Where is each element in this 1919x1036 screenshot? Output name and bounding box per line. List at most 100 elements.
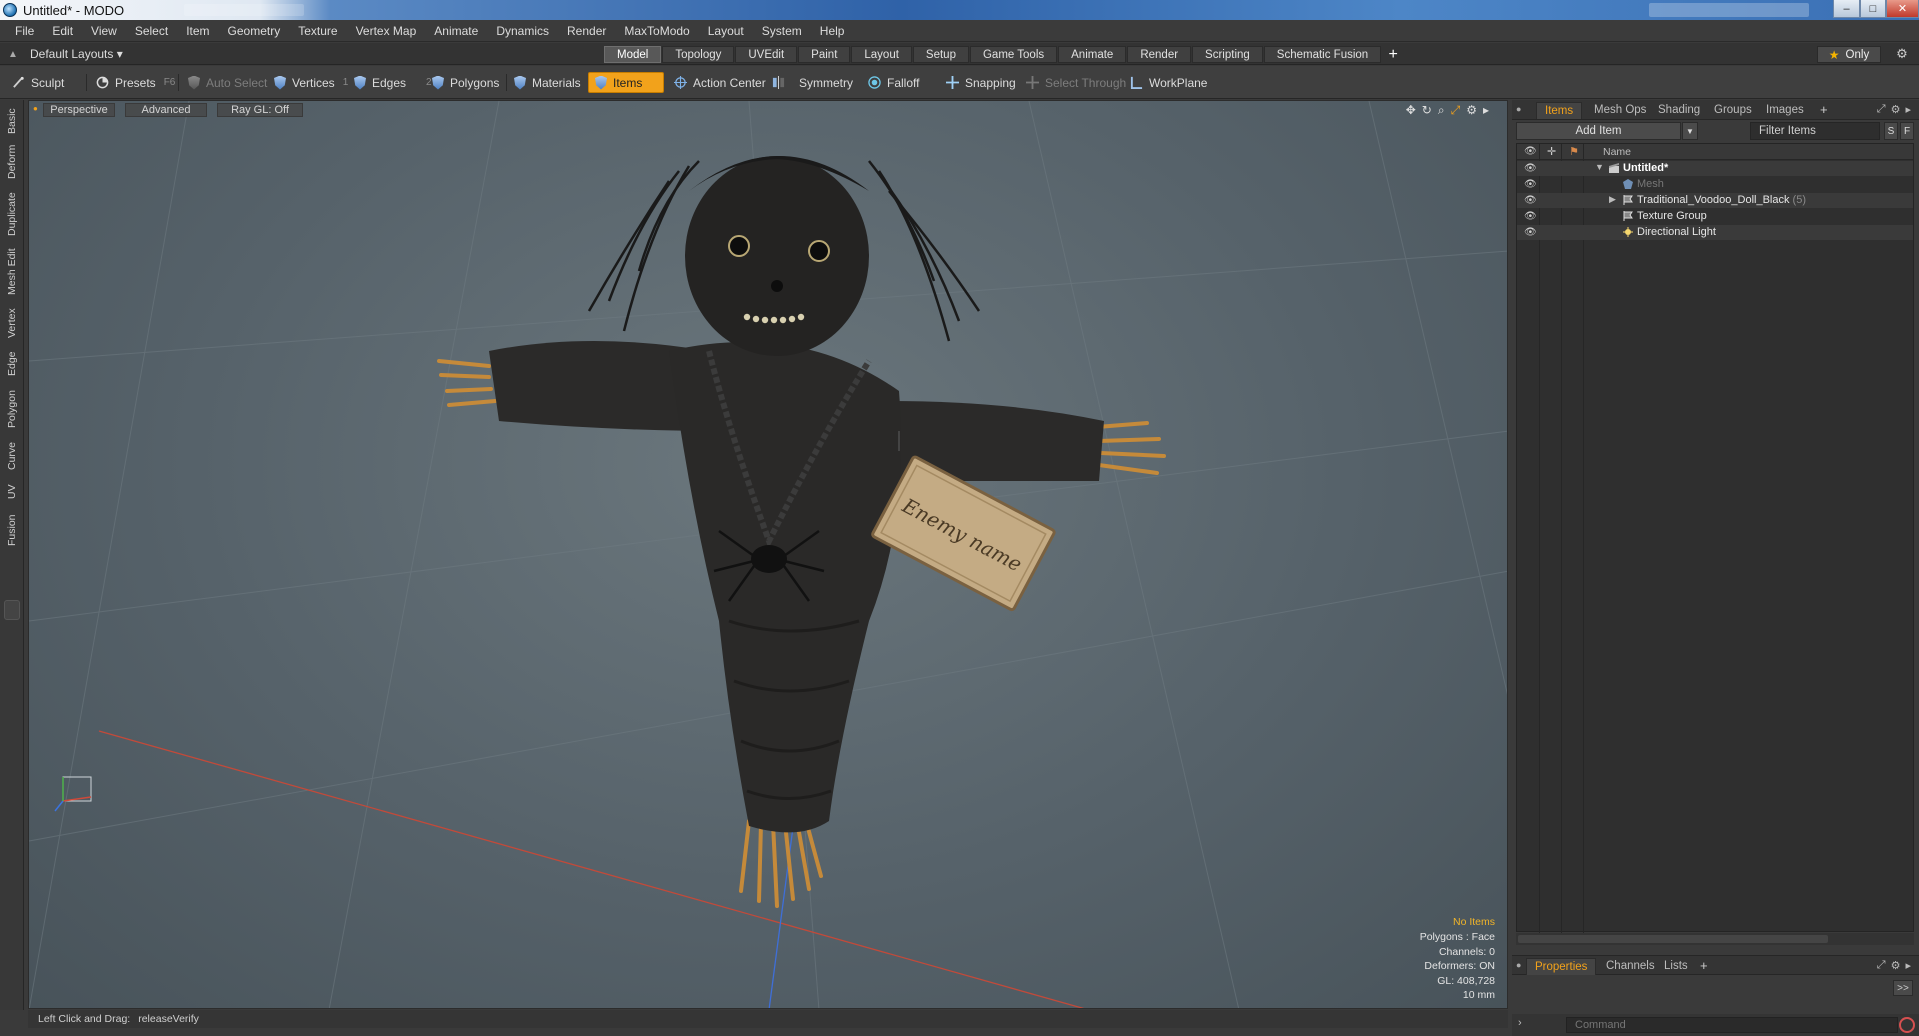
gear-icon[interactable]: ⚙ <box>1893 46 1911 63</box>
vertices-button[interactable]: Vertices 1 <box>268 72 354 93</box>
add-panel-tab-plus-icon[interactable]: + <box>1820 102 1828 117</box>
eye-icon[interactable]: 👁 <box>1524 211 1537 222</box>
f-filter-button[interactable]: F <box>1900 122 1914 140</box>
tab-mesh-ops[interactable]: Mesh Ops <box>1586 102 1654 119</box>
items-button[interactable]: Items <box>588 72 664 93</box>
tab-setup[interactable]: Setup <box>912 46 969 63</box>
menu-system[interactable]: System <box>753 24 811 38</box>
tree-row[interactable]: 👁 Mesh <box>1517 177 1913 192</box>
lock-column-icon[interactable]: ✛ <box>1547 145 1556 158</box>
add-item-button[interactable]: Add Item <box>1516 122 1681 140</box>
select-through-button[interactable]: Select Through <box>1020 72 1132 93</box>
rotate-icon[interactable]: ↻ <box>1422 103 1432 118</box>
properties-menu-arrow-icon[interactable]: ▸ <box>1905 959 1911 972</box>
vtab-duplicate[interactable]: Duplicate <box>2 188 22 240</box>
add-properties-tab-plus-icon[interactable]: + <box>1700 958 1708 973</box>
add-tab-plus-icon[interactable]: + <box>1382 46 1404 63</box>
tab-render[interactable]: Render <box>1127 46 1192 63</box>
view-type-button[interactable]: Perspective <box>43 103 115 117</box>
tab-groups[interactable]: Groups <box>1706 102 1760 119</box>
maximize-viewport-icon[interactable]: ⤢ <box>1451 103 1461 118</box>
layout-selector[interactable]: ▲ Default Layouts ▾ <box>6 46 123 62</box>
expander-icon[interactable]: ▶ <box>1609 194 1616 205</box>
tab-schematic-fusion[interactable]: Schematic Fusion <box>1263 46 1382 63</box>
vtab-deform[interactable]: Deform <box>2 142 22 182</box>
tab-game-tools[interactable]: Game Tools <box>969 46 1058 63</box>
menu-maxtomodo[interactable]: MaxToModo <box>615 24 698 38</box>
falloff-button[interactable]: Falloff <box>862 72 925 93</box>
close-button[interactable]: ✕ <box>1886 0 1919 18</box>
tree-row[interactable]: 👁 ▼ Untitled* <box>1517 161 1913 176</box>
tree-row[interactable]: 👁 Texture Group <box>1517 209 1913 224</box>
menu-view[interactable]: View <box>82 24 126 38</box>
pan-icon[interactable]: ✥ <box>1406 103 1416 118</box>
tab-topology[interactable]: Topology <box>662 46 735 63</box>
vtab-edge[interactable]: Edge <box>2 348 22 380</box>
tab-lists[interactable]: Lists <box>1656 958 1696 975</box>
menu-geometry[interactable]: Geometry <box>219 24 290 38</box>
eye-icon[interactable]: 👁 <box>1524 227 1537 238</box>
s-filter-button[interactable]: S <box>1884 122 1898 140</box>
visibility-column-eye-icon[interactable]: 👁 <box>1524 146 1537 157</box>
collapse-up-icon[interactable]: ▲ <box>6 49 20 60</box>
tab-items[interactable]: Items <box>1536 102 1583 119</box>
materials-button[interactable]: Materials <box>508 72 587 93</box>
filter-items-input[interactable]: Filter Items <box>1750 122 1880 140</box>
panel-menu-arrow-icon[interactable]: ▸ <box>1905 103 1911 116</box>
viewport-menu-arrow-icon[interactable]: ▸ <box>1483 103 1489 118</box>
zoom-icon[interactable]: ⌕ <box>1438 103 1445 118</box>
properties-gear-icon[interactable]: ⚙ <box>1891 959 1901 972</box>
menu-help[interactable]: Help <box>811 24 854 38</box>
tree-row[interactable]: 👁 Directional Light <box>1517 225 1913 240</box>
menu-render[interactable]: Render <box>558 24 615 38</box>
minimize-button[interactable]: – <box>1833 0 1860 18</box>
tab-properties[interactable]: Properties <box>1526 958 1597 975</box>
advanced-shading-button[interactable]: Advanced <box>125 103 207 117</box>
only-toggle-button[interactable]: ★ Only <box>1817 46 1881 63</box>
snapping-button[interactable]: Snapping <box>940 72 1022 93</box>
tab-shading[interactable]: Shading <box>1650 102 1708 119</box>
menu-file[interactable]: File <box>6 24 43 38</box>
add-item-dropdown-arrow-icon[interactable]: ▼ <box>1682 122 1698 140</box>
left-panel-toggle-button[interactable] <box>4 600 20 620</box>
tab-layout[interactable]: Layout <box>851 46 912 63</box>
more-properties-button[interactable]: >> <box>1893 980 1913 996</box>
edges-button[interactable]: Edges 2 <box>348 72 438 93</box>
workplane-button[interactable]: WorkPlane <box>1124 72 1213 93</box>
vtab-mesh-edit[interactable]: Mesh Edit <box>2 246 22 298</box>
name-column-header[interactable]: Name <box>1603 146 1631 158</box>
properties-dot-icon[interactable]: ● <box>1516 960 1521 970</box>
eye-icon[interactable]: 👁 <box>1524 179 1537 190</box>
scrollbar-thumb[interactable] <box>1518 935 1828 943</box>
menu-texture[interactable]: Texture <box>289 24 346 38</box>
tree-horizontal-scrollbar[interactable] <box>1516 933 1914 945</box>
expander-icon[interactable]: ▼ <box>1595 162 1604 172</box>
3d-viewport[interactable]: Enemy name ● Perspective Advanced Ray GL… <box>28 100 1508 1009</box>
menu-item[interactable]: Item <box>177 24 218 38</box>
tab-uvedit[interactable]: UVEdit <box>735 46 798 63</box>
ref-column-icon[interactable]: ⚑ <box>1569 145 1579 158</box>
vtab-vertex[interactable]: Vertex <box>2 304 22 342</box>
menu-vertex-map[interactable]: Vertex Map <box>347 24 426 38</box>
sculpt-button[interactable]: Sculpt <box>6 72 70 93</box>
tab-model[interactable]: Model <box>604 46 662 63</box>
maximize-button[interactable]: □ <box>1860 0 1886 18</box>
eye-icon[interactable]: 👁 <box>1524 163 1537 174</box>
vtab-uv[interactable]: UV <box>2 480 22 504</box>
panel-dot-icon[interactable]: ● <box>1516 104 1521 114</box>
tab-channels[interactable]: Channels <box>1598 958 1663 975</box>
menu-layout[interactable]: Layout <box>699 24 753 38</box>
command-stop-icon[interactable] <box>1899 1017 1915 1033</box>
menu-select[interactable]: Select <box>126 24 177 38</box>
expand-properties-icon[interactable]: ⤢ <box>1877 959 1886 972</box>
menu-dynamics[interactable]: Dynamics <box>487 24 558 38</box>
symmetry-button[interactable]: Symmetry <box>766 72 859 93</box>
action-center-button[interactable]: Action Center <box>668 72 772 93</box>
polygons-button[interactable]: Polygons <box>426 72 505 93</box>
vtab-polygon[interactable]: Polygon <box>2 386 22 432</box>
tab-animate[interactable]: Animate <box>1058 46 1127 63</box>
vtab-fusion[interactable]: Fusion <box>2 510 22 550</box>
tab-scripting[interactable]: Scripting <box>1192 46 1263 63</box>
viewport-dot-icon[interactable]: ● <box>33 104 38 113</box>
vtab-basic[interactable]: Basic <box>2 104 22 138</box>
